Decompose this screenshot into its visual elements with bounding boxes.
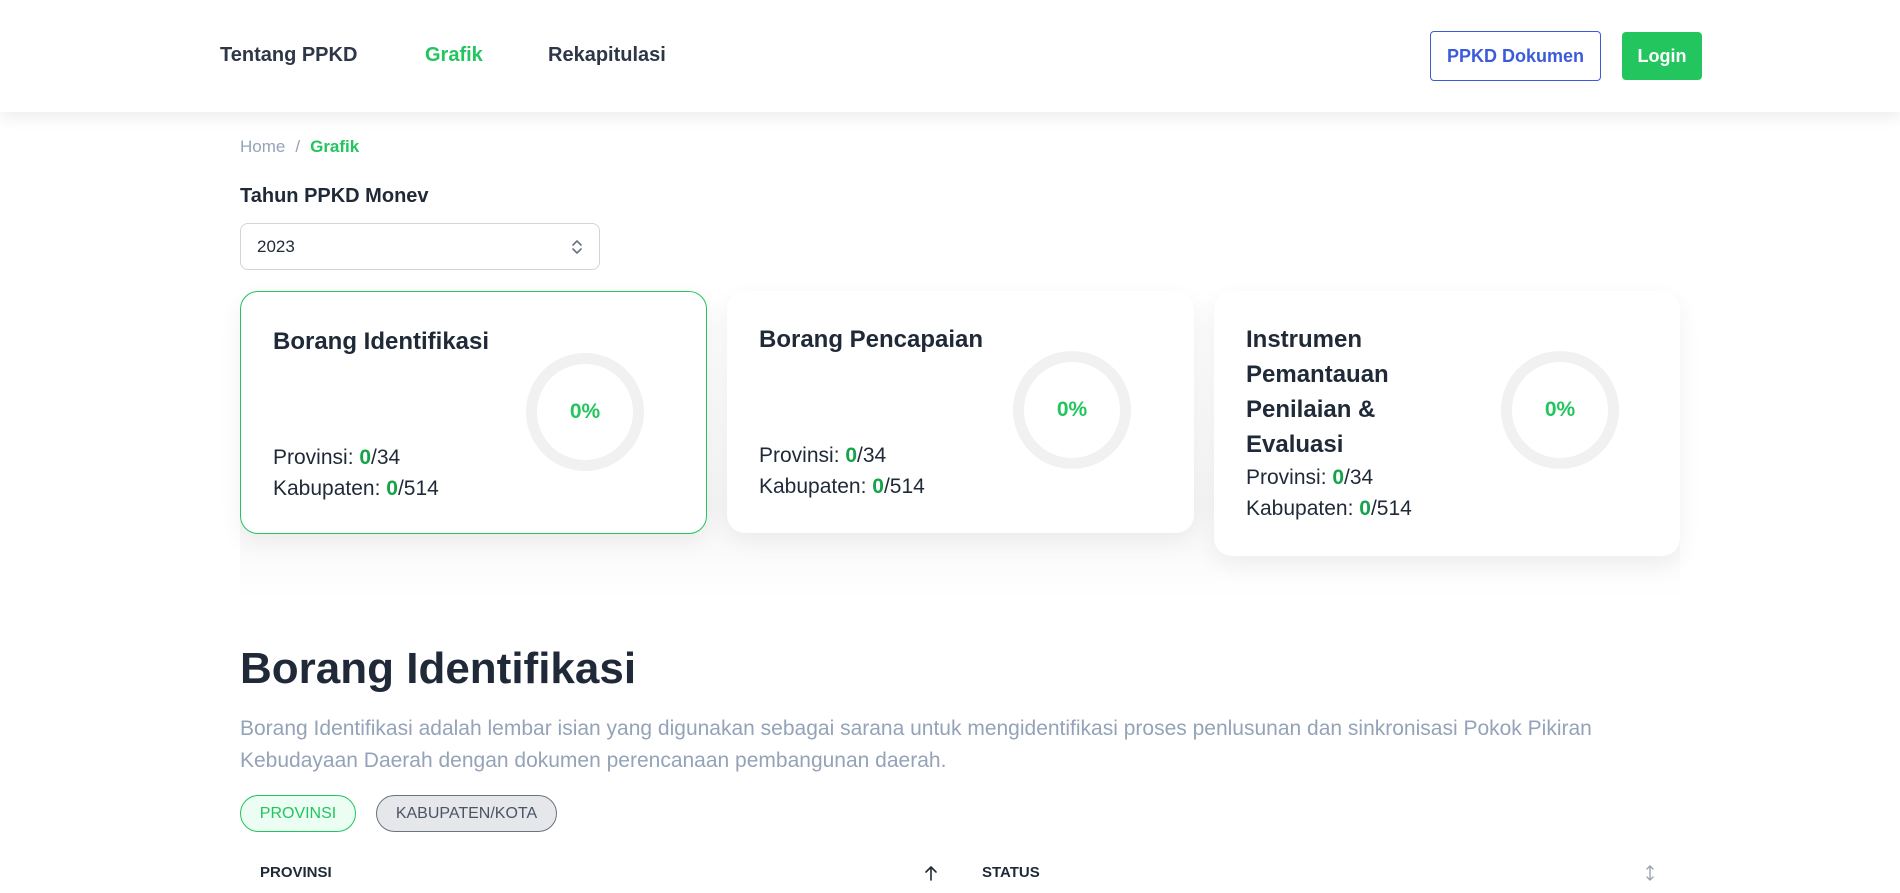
year-select[interactable]: 2023	[240, 223, 600, 270]
progress-percent: 0%	[1056, 398, 1088, 421]
card-title: Borang Pencapaian	[759, 326, 984, 353]
tab-kabupaten-kota[interactable]: KABUPATEN/KOTA	[376, 795, 557, 832]
nav-tentang-ppkd[interactable]: Tentang PPKD	[220, 44, 357, 67]
section-title: Borang Identifikasi	[240, 644, 637, 693]
card-instrumen-pemantauan[interactable]: Instrumen Pemantauan Penilaian & Evaluas…	[1214, 291, 1680, 556]
card-provinsi-stat: Provinsi: 0/34	[273, 446, 401, 469]
card-provinsi-stat: Provinsi: 0/34	[759, 444, 887, 467]
card-borang-identifikasi[interactable]: Borang Identifikasi 0% Provinsi: 0/34 Ka…	[240, 291, 707, 534]
progress-percent: 0%	[1544, 398, 1576, 421]
breadcrumb-home[interactable]: Home	[240, 137, 285, 157]
breadcrumb-separator: /	[295, 137, 301, 156]
chevron-up-down-icon	[572, 240, 582, 254]
progress-percent: 0%	[569, 400, 601, 423]
progress-ring: 0%	[1501, 351, 1619, 469]
card-title: Instrumen Pemantauan Penilaian & Evaluas…	[1246, 326, 1389, 458]
card-borang-pencapaian[interactable]: Borang Pencapaian 0% Provinsi: 0/34 Kabu…	[727, 291, 1194, 533]
card-title: Borang Identifikasi	[273, 328, 490, 355]
top-navbar: Tentang PPKD Grafik Rekapitulasi PPKD Do…	[0, 0, 1900, 112]
sort-both-icon[interactable]	[1643, 864, 1657, 882]
card-provinsi-stat: Provinsi: 0/34	[1246, 466, 1374, 489]
nav-grafik[interactable]: Grafik	[425, 44, 483, 67]
column-header-status[interactable]: STATUS	[982, 864, 1040, 881]
section-description: Borang Identifikasi adalah lembar isian …	[240, 717, 1592, 772]
login-button[interactable]: Login	[1622, 32, 1702, 80]
tab-provinsi[interactable]: PROVINSI	[240, 795, 356, 832]
nav-rekapitulasi[interactable]: Rekapitulasi	[548, 44, 666, 67]
card-kabupaten-stat: Kabupaten: 0/514	[759, 475, 925, 498]
ppkd-dokumen-button[interactable]: PPKD Dokumen	[1430, 31, 1601, 81]
progress-ring: 0%	[526, 353, 644, 471]
sort-ascending-icon[interactable]	[924, 864, 938, 882]
year-filter-label: Tahun PPKD Monev	[240, 185, 429, 207]
column-header-provinsi[interactable]: PROVINSI	[260, 864, 332, 881]
breadcrumb-current: Grafik	[310, 137, 360, 156]
card-kabupaten-stat: Kabupaten: 0/514	[273, 477, 439, 500]
year-select-value: 2023	[257, 236, 295, 256]
progress-ring: 0%	[1013, 351, 1131, 469]
card-kabupaten-stat: Kabupaten: 0/514	[1246, 497, 1412, 520]
breadcrumb: Home / Grafik	[240, 137, 359, 157]
